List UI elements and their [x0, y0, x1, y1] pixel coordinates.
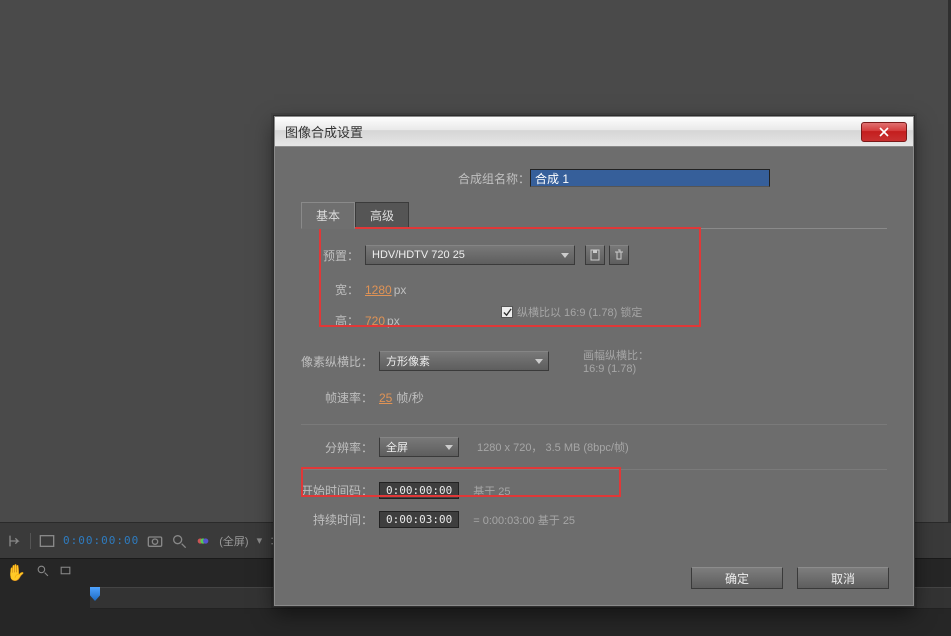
- fps-unit: 帧/秒: [396, 389, 423, 406]
- par-value: 方形像素: [386, 353, 430, 369]
- close-icon: [879, 127, 889, 137]
- magnify-icon[interactable]: [171, 533, 187, 549]
- channel-icon[interactable]: [195, 533, 211, 549]
- dialog-body: 合成组名称： 基本 高级 预置： HDV/HDTV 720 25: [275, 147, 913, 605]
- zoom-tool-icon[interactable]: [36, 564, 49, 582]
- res-label: 分辨率：: [301, 439, 379, 456]
- current-time-display[interactable]: 0:00:00:00: [63, 534, 139, 547]
- width-unit: px: [394, 283, 407, 297]
- preset-label: 预置：: [319, 247, 365, 264]
- fps-value[interactable]: 25: [379, 391, 392, 405]
- close-button[interactable]: [861, 122, 907, 142]
- frame-icon[interactable]: [39, 533, 55, 549]
- par-label: 像素纵横比：: [301, 353, 379, 370]
- height-unit: px: [387, 314, 400, 328]
- lock-aspect-label: 纵横比以 16:9 (1.78) 锁定: [517, 304, 642, 320]
- width-label: 宽：: [319, 281, 365, 298]
- save-preset-button[interactable]: [585, 245, 605, 265]
- start-tc-input[interactable]: 0:00:00:00: [379, 482, 459, 499]
- height-value[interactable]: 720: [365, 314, 385, 328]
- fps-label: 帧速率：: [301, 389, 379, 406]
- res-readout: 1280 x 720， 3.5 MB (8bpc/帧): [477, 439, 629, 455]
- dropdown-arrow-icon[interactable]: ▾: [257, 534, 263, 547]
- divider: [301, 424, 887, 425]
- duration-input[interactable]: 0:00:03:00: [379, 511, 459, 528]
- composition-settings-dialog: 图像合成设置 合成组名称： 基本 高级 预置： HDV/HDTV 720 25: [274, 116, 914, 606]
- cancel-button[interactable]: 取消: [797, 567, 889, 589]
- duration-label: 持续时间：: [301, 511, 379, 528]
- par-dropdown[interactable]: 方形像素: [379, 351, 549, 371]
- comp-name-label: 合成组名称：: [458, 170, 530, 187]
- ok-button[interactable]: 确定: [691, 567, 783, 589]
- height-label: 高：: [319, 312, 365, 329]
- inpoint-icon[interactable]: [6, 533, 22, 549]
- divider: [301, 469, 887, 470]
- dialog-title: 图像合成设置: [285, 122, 861, 141]
- comp-name-input[interactable]: [530, 169, 770, 187]
- frame-aspect-value: 16:9 (1.78): [583, 363, 649, 375]
- width-value[interactable]: 1280: [365, 283, 392, 297]
- tab-advanced[interactable]: 高级: [355, 202, 409, 229]
- resolution-readout[interactable]: (全屏): [219, 533, 248, 549]
- region-tool-icon[interactable]: [59, 564, 72, 582]
- snapshot-icon[interactable]: [147, 533, 163, 549]
- res-dropdown[interactable]: 全屏: [379, 437, 459, 457]
- duration-readout: = 0:00:03:00 基于 25: [473, 512, 575, 528]
- frame-aspect-label: 画幅纵横比：: [583, 347, 649, 363]
- lock-aspect-checkbox[interactable]: [501, 306, 513, 318]
- dialog-footer: 确定 取消: [691, 567, 889, 589]
- checkmark-icon: [503, 308, 512, 317]
- tab-basic[interactable]: 基本: [301, 202, 355, 229]
- separator: [30, 533, 31, 549]
- start-tc-label: 开始时间码：: [301, 482, 379, 499]
- trash-icon: [613, 249, 625, 261]
- delete-preset-button[interactable]: [609, 245, 629, 265]
- preset-value: HDV/HDTV 720 25: [372, 249, 465, 261]
- res-value: 全屏: [386, 439, 408, 455]
- hand-tool-icon[interactable]: ✋: [6, 563, 26, 583]
- start-tc-note: 基于 25: [473, 483, 510, 499]
- tab-bar: 基本 高级: [301, 201, 887, 228]
- preset-dropdown[interactable]: HDV/HDTV 720 25: [365, 245, 575, 265]
- save-icon: [589, 249, 601, 261]
- dialog-titlebar[interactable]: 图像合成设置: [275, 117, 913, 147]
